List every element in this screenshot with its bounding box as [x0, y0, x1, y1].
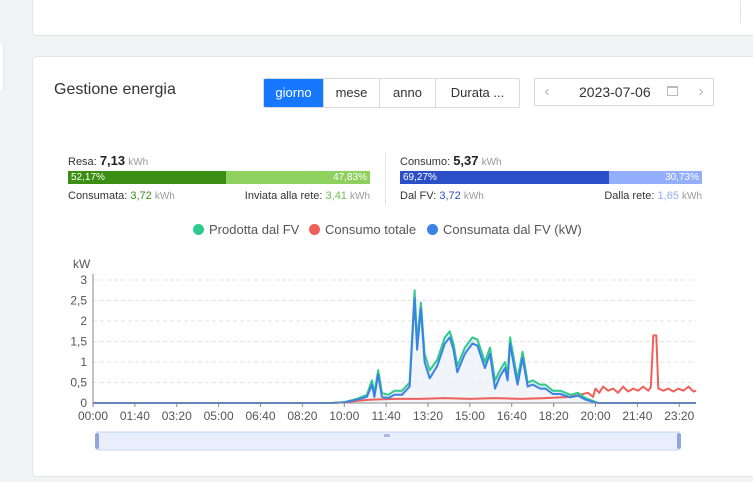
legend-dot-consumed	[427, 224, 438, 235]
legend-label-production: Prodotta dal FV	[209, 222, 300, 237]
yield-fed: Inviata alla rete: 3,41 kWh	[245, 190, 370, 202]
consumption-pv-unit: kWh	[463, 191, 484, 202]
energy-management-card: Gestione energia giorno mese anno Durata…	[32, 56, 753, 477]
previous-card	[32, 0, 753, 36]
date-value[interactable]: 2023-07-06	[579, 79, 651, 105]
card-title: Gestione energia	[54, 81, 176, 98]
consumption-grid-unit: kWh	[682, 191, 702, 202]
yield-consumed: Consumata: 3,72 kWh	[68, 190, 175, 202]
legend-dot-total	[309, 224, 320, 235]
consumption-unit: kWh	[481, 157, 502, 168]
legend-dot-production	[193, 224, 204, 235]
card-divider	[740, 1, 741, 23]
yield-grid-segment: 47,83%	[225, 171, 370, 184]
yield-unit: kWh	[128, 157, 149, 168]
zoom-slider[interactable]	[95, 431, 681, 451]
zoom-handle-left[interactable]	[95, 433, 99, 449]
legend-label-total: Consumo totale	[325, 222, 417, 237]
yield-label: Resa:	[68, 156, 97, 168]
yield-bar: 52,17% 47,83%	[68, 171, 370, 184]
consumption-header: Consumo: 5,37 kWh	[400, 153, 502, 168]
zoom-handle-right[interactable]	[677, 433, 681, 449]
prev-date-icon[interactable]: ‹	[537, 79, 557, 105]
consumption-grid-label: Dalla rete:	[604, 190, 655, 202]
yield-value: 7,13	[99, 153, 126, 168]
consumption-pv-segment: 69,27%	[400, 171, 610, 184]
yield-fed-label: Inviata alla rete:	[244, 190, 323, 202]
consumption-grid: Dalla rete: 1,65 kWh	[604, 190, 702, 202]
next-date-icon[interactable]: ›	[691, 79, 711, 105]
yield-consumed-label: Consumata:	[68, 190, 128, 202]
consumption-pv-value: 3,72	[439, 190, 461, 202]
consumption-grid-value: 1,65	[657, 190, 679, 202]
yield-consumed-value: 3,72	[130, 190, 152, 202]
yield-header: Resa: 7,13 kWh	[68, 153, 148, 168]
legend-item-total[interactable]: Consumo totale	[309, 222, 416, 237]
tab-day[interactable]: giorno	[264, 79, 324, 107]
consumption-bar: 69,27% 30,73%	[400, 171, 702, 184]
legend-label-consumed: Consumata dal FV (kW)	[443, 222, 582, 237]
tab-year[interactable]: anno	[380, 79, 436, 107]
calendar-icon[interactable]	[667, 86, 678, 96]
legend-item-production[interactable]: Prodotta dal FV	[193, 222, 299, 237]
stats-divider	[385, 153, 386, 205]
consumption-label: Consumo:	[400, 156, 451, 168]
yield-self-segment: 52,17%	[68, 171, 226, 184]
consumption-pv: Dal FV: 3,72 kWh	[400, 190, 484, 202]
date-picker[interactable]: ‹ 2023-07-06 ›	[534, 78, 714, 106]
legend-item-consumed[interactable]: Consumata dal FV (kW)	[427, 222, 582, 237]
tab-month[interactable]: mese	[324, 79, 380, 107]
zoom-grip-icon[interactable]	[384, 434, 390, 437]
left-panel-edge	[0, 44, 4, 90]
tab-duration[interactable]: Durata ...	[436, 79, 519, 107]
yield-consumed-unit: kWh	[154, 191, 175, 202]
period-selector: giorno mese anno Durata ...	[263, 78, 520, 108]
consumption-pv-label: Dal FV:	[400, 190, 437, 202]
yield-fed-value: 3,41	[325, 190, 347, 202]
consumption-grid-segment: 30,73%	[609, 171, 702, 184]
yield-fed-unit: kWh	[350, 191, 370, 202]
consumption-value: 5,37	[453, 153, 479, 168]
